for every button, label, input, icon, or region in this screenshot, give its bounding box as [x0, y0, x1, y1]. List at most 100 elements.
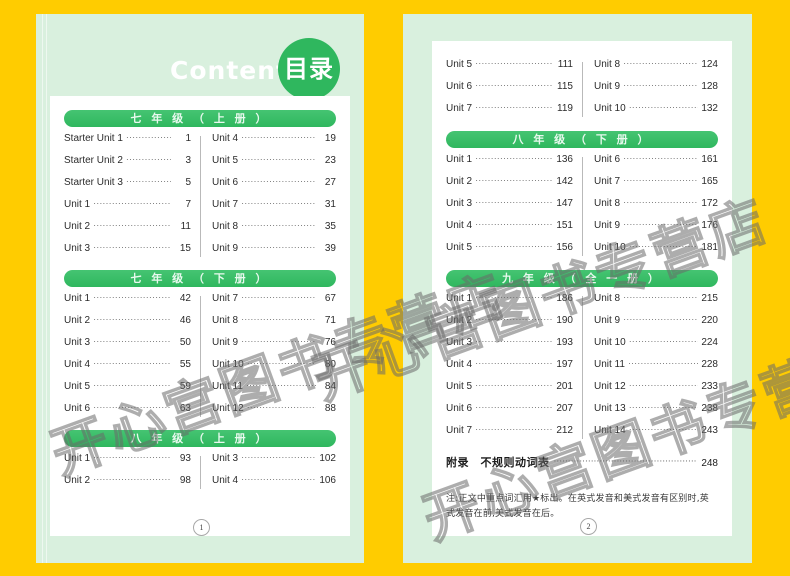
- toc-row[interactable]: Unit 12 233: [594, 379, 718, 401]
- toc-row[interactable]: Unit 6 63: [64, 401, 191, 423]
- toc-entry-label: Unit 6: [446, 81, 473, 92]
- toc-row[interactable]: Unit 11 84: [212, 379, 336, 401]
- toc-dot-leader: [629, 401, 698, 411]
- toc-row[interactable]: Unit 5 201: [446, 379, 573, 401]
- toc-row[interactable]: Unit 6 115: [446, 79, 573, 101]
- toc-dot-leader: [126, 131, 171, 141]
- toc-row[interactable]: Unit 4 19: [212, 131, 336, 153]
- toc-row[interactable]: Unit 1 93: [64, 451, 191, 473]
- toc-row[interactable]: Unit 3 102: [212, 451, 336, 473]
- toc-entry-label: Unit 8: [594, 293, 621, 304]
- toc-row[interactable]: Unit 10 132: [594, 101, 718, 123]
- toc-row[interactable]: Starter Unit 3 5: [64, 175, 191, 197]
- toc-row[interactable]: Unit 4 55: [64, 357, 191, 379]
- toc-dot-leader: [475, 57, 553, 67]
- toc-section: 九 年 级 （ 全 一 册 ） Unit 1 186 Unit 2 190 Unit 3 1…: [446, 270, 718, 445]
- toc-row[interactable]: Unit 6 161: [594, 152, 718, 174]
- toc-row[interactable]: Unit 4 151: [446, 218, 573, 240]
- toc-row[interactable]: Unit 7 67: [212, 291, 336, 313]
- toc-row[interactable]: Unit 4 197: [446, 357, 573, 379]
- toc-entry-page: 98: [179, 475, 191, 486]
- toc-row[interactable]: Unit 3 50: [64, 335, 191, 357]
- toc-dot-leader: [126, 153, 171, 163]
- toc-entry-label: Unit 3: [446, 337, 473, 348]
- toc-dot-leader: [126, 175, 171, 185]
- toc-column-right: Unit 6161Unit 7165Unit 8172Unit 9176Unit…: [582, 152, 718, 262]
- toc-column-left: Unit 1186Unit 2190Unit 3193Unit 4197Unit…: [446, 291, 582, 445]
- toc-entry-page: 50: [179, 337, 191, 348]
- toc-entry-page: 201: [556, 381, 573, 392]
- toc-entry-page: 172: [701, 198, 718, 209]
- toc-row[interactable]: Unit 13 238: [594, 401, 718, 423]
- toc-row[interactable]: Unit 10 80: [212, 357, 336, 379]
- toc-row[interactable]: Unit 8 71: [212, 313, 336, 335]
- toc-row[interactable]: Unit 6 207: [446, 401, 573, 423]
- toc-row[interactable]: Unit 3 147: [446, 196, 573, 218]
- toc-row[interactable]: Starter Unit 2 3: [64, 153, 191, 175]
- toc-row[interactable]: Unit 5 59: [64, 379, 191, 401]
- toc-entry-page: 84: [324, 381, 336, 392]
- toc-row[interactable]: Unit 9 39: [212, 241, 336, 263]
- toc-row[interactable]: Unit 2 190: [446, 313, 573, 335]
- toc-row[interactable]: Unit 14 243: [594, 423, 718, 445]
- toc-entry-label: Starter Unit 2: [64, 155, 123, 166]
- toc-entry-label: Starter Unit 3: [64, 177, 123, 188]
- toc-entry-label: Unit 2: [64, 221, 91, 232]
- toc-section: 七 年 级 （ 下 册 ）Unit 142Unit 246Unit 350Uni…: [64, 270, 336, 423]
- toc-row[interactable]: Unit 11 228: [594, 357, 718, 379]
- toc-row[interactable]: Unit 2 11: [64, 219, 191, 241]
- toc-dot-leader: [241, 335, 316, 345]
- toc-entry-page: 67: [324, 293, 336, 304]
- toc-row[interactable]: Unit 5 111: [446, 57, 573, 79]
- toc-row[interactable]: Unit 6 27: [212, 175, 336, 197]
- toc-entry-page: 128: [701, 81, 718, 92]
- appendix-page: 248: [701, 458, 718, 469]
- toc-row[interactable]: Unit 9 128: [594, 79, 718, 101]
- toc-row[interactable]: Unit 3 193: [446, 335, 573, 357]
- toc-entry-label: Unit 12: [594, 381, 626, 392]
- toc-row[interactable]: Unit 1 186: [446, 291, 573, 313]
- toc-row[interactable]: Unit 1 136: [446, 152, 573, 174]
- toc-row[interactable]: Unit 10 181: [594, 240, 718, 262]
- toc-row[interactable]: Unit 5 23: [212, 153, 336, 175]
- toc-row[interactable]: Unit 9 76: [212, 335, 336, 357]
- toc-column-right: Unit 8 124 Unit 9 128 Unit 10 132: [582, 57, 718, 123]
- toc-row[interactable]: Unit 5 156: [446, 240, 573, 262]
- toc-entry-label: Unit 10: [594, 337, 626, 348]
- toc-row[interactable]: Unit 8 35: [212, 219, 336, 241]
- toc-row[interactable]: Unit 8 172: [594, 196, 718, 218]
- toc-entry-label: Unit 4: [212, 133, 239, 144]
- toc-column-right: Unit 8215Unit 9220Unit 10224Unit 11228Un…: [582, 291, 718, 445]
- toc-section-continued: Unit 5111Unit 6115Unit 7119Unit 8124Unit…: [446, 53, 718, 123]
- toc-dot-leader: [475, 101, 553, 111]
- toc-row[interactable]: Unit 7 31: [212, 197, 336, 219]
- toc-row[interactable]: Unit 1 42: [64, 291, 191, 313]
- toc-row[interactable]: Unit 4 106: [212, 473, 336, 495]
- toc-row[interactable]: Unit 2 142: [446, 174, 573, 196]
- toc-dot-leader: [475, 152, 553, 162]
- toc-row[interactable]: Unit 8 215: [594, 291, 718, 313]
- toc-row[interactable]: Unit 7 165: [594, 174, 718, 196]
- toc-dot-leader: [93, 401, 171, 411]
- toc-row[interactable]: Unit 2 46: [64, 313, 191, 335]
- page-number-right: 2: [580, 518, 597, 535]
- toc-entry-page: 212: [556, 425, 573, 436]
- toc-row[interactable]: Unit 3 15: [64, 241, 191, 263]
- toc-row[interactable]: Unit 7 119: [446, 101, 573, 123]
- toc-row[interactable]: Unit 2 98: [64, 473, 191, 495]
- toc-row[interactable]: Unit 10 224: [594, 335, 718, 357]
- toc-row[interactable]: Unit 8 124: [594, 57, 718, 79]
- toc-row[interactable]: Unit 9 220: [594, 313, 718, 335]
- toc-entry-label: Unit 4: [64, 359, 91, 370]
- toc-row[interactable]: Unit 1 7: [64, 197, 191, 219]
- appendix-row[interactable]: 附录 不规则动词表 248: [446, 445, 718, 470]
- toc-row[interactable]: Unit 12 88: [212, 401, 336, 423]
- toc-entry-page: 176: [701, 220, 718, 231]
- toc-entry-label: Unit 3: [64, 243, 91, 254]
- toc-row[interactable]: Unit 9 176: [594, 218, 718, 240]
- toc-entry-label: Unit 7: [212, 199, 239, 210]
- toc-row[interactable]: Starter Unit 1 1: [64, 131, 191, 153]
- toc-entry-page: 124: [701, 59, 718, 70]
- toc-entry-page: 220: [701, 315, 718, 326]
- toc-row[interactable]: Unit 7 212: [446, 423, 573, 445]
